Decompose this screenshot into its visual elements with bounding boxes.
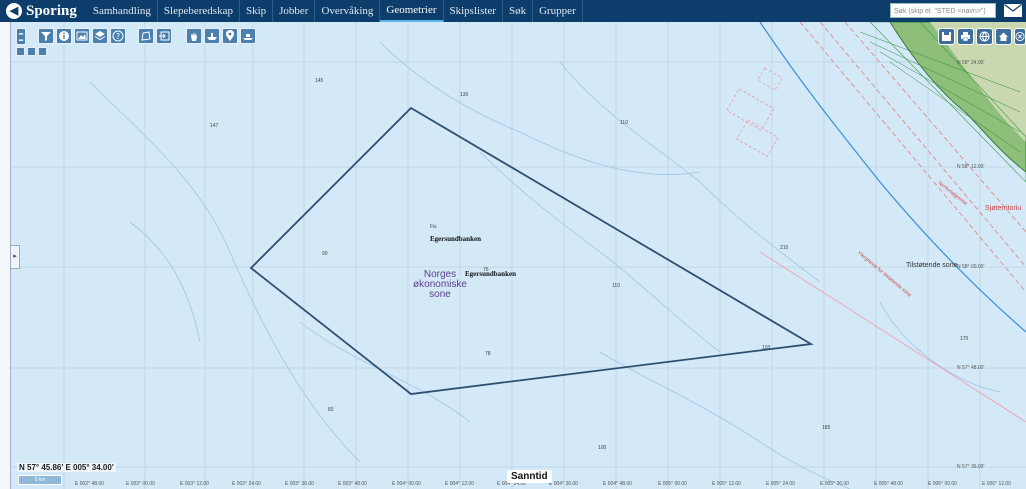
nav-sok[interactable]: Søk xyxy=(503,0,534,22)
latitude-label: N 58° 24.00' xyxy=(957,60,985,66)
depth-value: 110 xyxy=(612,283,620,289)
nav-back-icon[interactable] xyxy=(16,47,25,56)
globe-icon[interactable] xyxy=(976,28,993,45)
cursor-coordinate-readout: N 57° 45.86' E 005° 34.00' xyxy=(17,463,116,472)
image-icon[interactable] xyxy=(74,28,90,44)
depth-value: 210 xyxy=(780,245,789,251)
latitude-label: N 58° 12.00' xyxy=(957,164,985,170)
hand-icon[interactable] xyxy=(186,28,202,44)
nav-overvaking[interactable]: Overvåking xyxy=(315,0,381,22)
depth-value: 76 xyxy=(483,267,489,273)
contiguous-zone-label: Tilstøtende sone xyxy=(906,262,958,269)
nautical-chart xyxy=(0,22,1026,489)
bank-label-small: Egersundbanken xyxy=(430,235,481,243)
nav-skipslister[interactable]: Skipslister xyxy=(444,0,503,22)
logo-icon: ◀ xyxy=(6,3,22,19)
depth-value: 110 xyxy=(620,120,628,126)
vessel-track-icon[interactable] xyxy=(240,28,256,44)
depth-value: 145 xyxy=(315,78,324,84)
depth-value: 100 xyxy=(598,445,607,451)
realtime-button[interactable]: Sanntid xyxy=(507,470,552,483)
longitude-label: E 005° 12.00 xyxy=(712,481,741,487)
print-icon[interactable] xyxy=(957,28,974,45)
layers-icon[interactable] xyxy=(92,28,108,44)
depth-value: 80 xyxy=(328,407,334,413)
longitude-label: E 004° 48.00 xyxy=(603,481,632,487)
eez-label: Norges økonomiske sone xyxy=(405,270,475,300)
territorial-sea-label: Sjøterritoriu xyxy=(985,205,1022,212)
longitude-label: E 003° 12.00 xyxy=(180,481,209,487)
latitude-label: N 57° 48.00' xyxy=(957,365,985,371)
nav-geometrier[interactable]: Geometrier xyxy=(380,0,444,22)
depth-value: 90 xyxy=(322,251,328,257)
depth-value: 170 xyxy=(960,336,969,342)
sidebar-expand-toggle[interactable]: ▸ xyxy=(10,245,20,269)
longitude-label: E 004° 12.00 xyxy=(445,481,474,487)
longitude-label: E 003° 36.00 xyxy=(285,481,314,487)
app-title: Sporing xyxy=(26,2,77,19)
latitude-label: N 58° 00.00' xyxy=(957,264,985,270)
nav-forward-icon[interactable] xyxy=(27,47,36,56)
mail-icon[interactable] xyxy=(1004,4,1022,17)
depth-value: 130 xyxy=(460,92,469,98)
longitude-label: E 002° 48.00 xyxy=(75,481,104,487)
longitude-label: E 006° 00.00 xyxy=(928,481,957,487)
longitude-label: E 003° 00.00 xyxy=(126,481,155,487)
info-icon[interactable] xyxy=(56,28,72,44)
search-input[interactable]: Søk (skip el. "STED <navn>") xyxy=(890,3,996,18)
eez-label-line3: sone xyxy=(429,289,451,300)
latitude-label: N 57° 36.00' xyxy=(957,464,985,470)
depth-value: 103 xyxy=(762,345,771,351)
import-icon[interactable] xyxy=(156,28,172,44)
filter-icon[interactable] xyxy=(38,28,54,44)
svg-text:?: ? xyxy=(116,32,120,41)
longitude-label: E 005° 36.00 xyxy=(820,481,849,487)
top-navigation-bar: ◀ Sporing Samhandling Slepeberedskap Ski… xyxy=(0,0,1026,22)
longitude-label: E 006° 12.00 xyxy=(982,481,1011,487)
help-icon[interactable]: ? xyxy=(110,28,126,44)
depth-value: 185 xyxy=(822,425,831,431)
draw-polygon-icon[interactable] xyxy=(138,28,154,44)
depth-value: 147 xyxy=(210,123,219,129)
zoom-control-icon[interactable] xyxy=(16,28,26,45)
longitude-label: E 004° 00.00 xyxy=(392,481,421,487)
longitude-label: E 005° 48.00 xyxy=(874,481,903,487)
app-logo[interactable]: ◀ Sporing xyxy=(6,3,77,20)
longitude-label: E 004° 36.00 xyxy=(549,481,578,487)
home-icon[interactable] xyxy=(995,28,1012,45)
save-icon[interactable] xyxy=(938,28,955,45)
location-pin-icon[interactable] xyxy=(222,28,238,44)
nav-slepeberedskap[interactable]: Slepeberedskap xyxy=(158,0,240,22)
nav-grupper[interactable]: Grupper xyxy=(533,0,583,22)
longitude-label: E 003° 24.00 xyxy=(232,481,261,487)
longitude-label: E 003° 48.00 xyxy=(338,481,367,487)
depth-value: 78 xyxy=(485,351,491,357)
nav-jobber[interactable]: Jobber xyxy=(273,0,316,22)
print-small-icon[interactable] xyxy=(38,47,47,56)
longitude-label: E 005° 00.00 xyxy=(658,481,687,487)
nav-samhandling[interactable]: Samhandling xyxy=(87,0,158,22)
ship-icon[interactable] xyxy=(204,28,220,44)
nav-skip[interactable]: Skip xyxy=(240,0,274,22)
depth-code-label: Fis xyxy=(430,224,437,230)
longitude-label: E 005° 24.00 xyxy=(766,481,795,487)
scale-bar: 5 km xyxy=(18,475,62,485)
map-canvas[interactable] xyxy=(0,22,1026,489)
close-icon[interactable] xyxy=(1014,28,1026,45)
main-menu: Samhandling Slepeberedskap Skip Jobber O… xyxy=(87,0,583,22)
